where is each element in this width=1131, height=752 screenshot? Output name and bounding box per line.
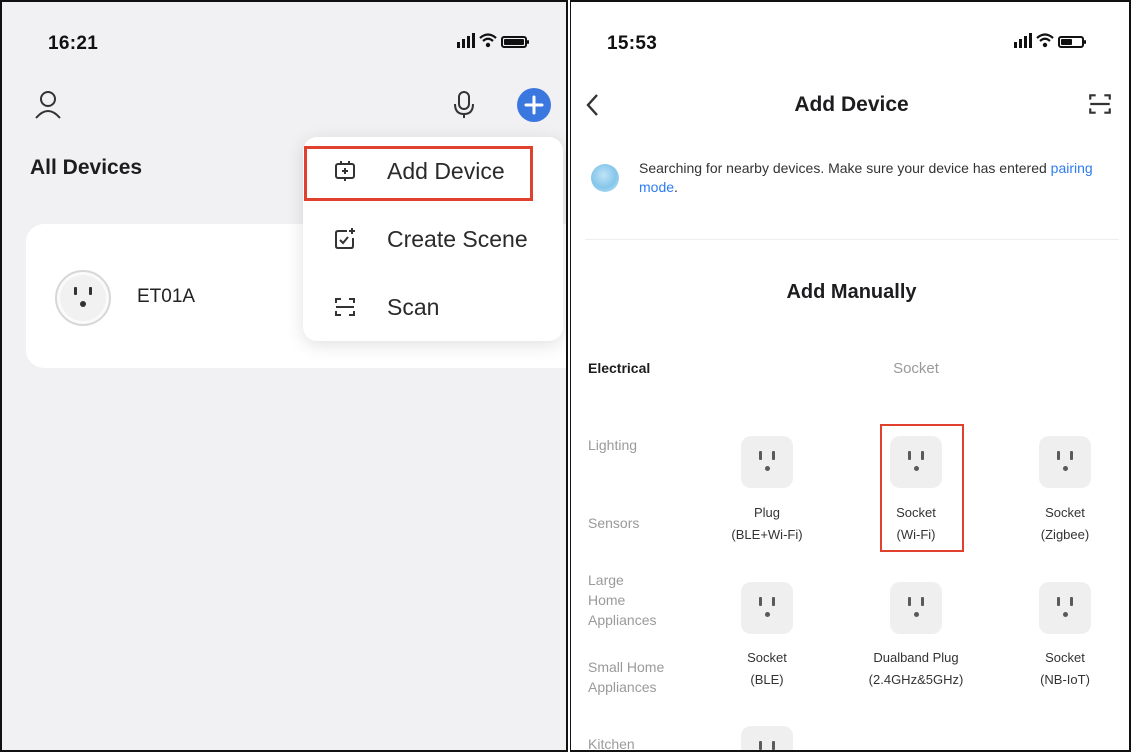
socket-icon xyxy=(890,582,942,634)
highlight-box-add-device xyxy=(304,146,533,201)
searching-indicator xyxy=(591,164,619,192)
category-electrical[interactable]: Electrical xyxy=(588,358,650,378)
device-tile-sublabel: (BLE) xyxy=(750,672,784,687)
category-large-home-appliances[interactable]: Large Home Appliances xyxy=(588,570,657,630)
status-icons xyxy=(457,32,529,48)
device-tile-sublabel: (NB-IoT) xyxy=(1040,672,1090,687)
device-tile-socket-ble[interactable]: Socket (BLE) xyxy=(702,582,832,702)
highlight-box-socket-wifi xyxy=(880,424,964,552)
menu-item-label: Scan xyxy=(387,293,440,320)
category-kitchen[interactable]: Kitchen xyxy=(588,734,635,750)
device-tile-label: Socket xyxy=(747,650,787,665)
device-tile-sublabel: (BLE+Wi-Fi) xyxy=(731,527,803,542)
microphone-icon[interactable] xyxy=(452,90,476,120)
signal-icon xyxy=(457,33,475,48)
profile-icon[interactable] xyxy=(34,90,62,120)
search-status-text: Searching for nearby devices. Make sure … xyxy=(639,160,1093,195)
device-tile-socket-nb-iot[interactable]: Socket (NB-IoT) xyxy=(1000,582,1129,702)
menu-item-label: Create Scene xyxy=(387,225,528,252)
scan-icon xyxy=(335,298,355,316)
page-title: All Devices xyxy=(30,156,143,179)
category-sensors[interactable]: Sensors xyxy=(588,513,639,533)
device-tile-sublabel: (2.4GHz&5GHz) xyxy=(868,672,964,687)
battery-icon xyxy=(501,36,529,48)
device-tile-plug-ble-wifi[interactable]: Plug (BLE+Wi-Fi) xyxy=(702,436,832,556)
device-tile-label: Socket xyxy=(1045,650,1085,665)
home-screen: 16:21 All Devices ET01A Add Device Creat… xyxy=(0,0,568,752)
socket-icon xyxy=(1039,582,1091,634)
socket-icon xyxy=(1039,436,1091,488)
device-name: ET01A xyxy=(137,286,196,307)
create-scene-icon xyxy=(335,228,355,249)
menu-item-scan[interactable]: Scan xyxy=(303,273,563,341)
socket-icon xyxy=(741,582,793,634)
add-plus-icon[interactable] xyxy=(517,88,551,122)
subcategory-label: Socket xyxy=(893,360,939,377)
battery-icon xyxy=(1058,36,1086,48)
socket-icon xyxy=(741,436,793,488)
status-icons xyxy=(1014,32,1086,48)
device-tile-sublabel: (Zigbee) xyxy=(1040,527,1090,542)
socket-icon xyxy=(55,270,111,326)
scan-icon[interactable] xyxy=(1087,91,1113,117)
section-heading: Add Manually xyxy=(786,281,917,303)
socket-icon xyxy=(741,726,793,750)
device-tile-socket-zigbee[interactable]: Socket (Zigbee) xyxy=(1000,436,1129,556)
wifi-icon xyxy=(1036,33,1054,48)
add-device-screen: 15:53 Add Device Searching for nearby de… xyxy=(570,0,1131,752)
device-tile-dualband-plug[interactable]: Dualband Plug (2.4GHz&5GHz) xyxy=(851,582,981,702)
device-tile-label: Plug xyxy=(753,505,781,520)
wifi-icon xyxy=(479,33,497,48)
device-tile-label: Socket xyxy=(1045,505,1085,520)
page-title: Add Device xyxy=(794,93,909,116)
status-time: 15:53 xyxy=(607,33,658,54)
status-time: 16:21 xyxy=(48,33,99,54)
category-lighting[interactable]: Lighting xyxy=(588,435,637,455)
device-tile-label: Dualband Plug xyxy=(873,650,959,665)
device-tile-partial[interactable] xyxy=(702,726,832,750)
menu-item-create-scene[interactable]: Create Scene xyxy=(303,205,563,273)
divider xyxy=(585,239,1119,240)
signal-icon xyxy=(1014,33,1032,48)
category-small-home-appliances[interactable]: Small Home Appliances xyxy=(588,657,664,697)
